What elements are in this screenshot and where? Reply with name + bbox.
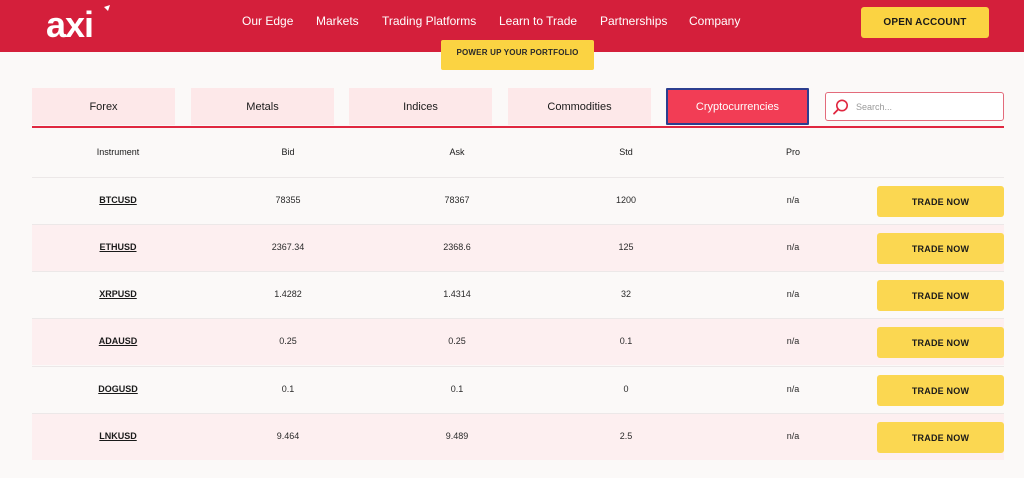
std-value: 0.1 bbox=[619, 336, 633, 346]
bid-value: 0.25 bbox=[279, 336, 297, 346]
table-row: BTCUSD 78355 78367 1200 n/a TRADE NOW bbox=[32, 177, 1004, 224]
header-ask: Ask bbox=[449, 147, 465, 157]
table-row: LNKUSD 9.464 9.489 2.5 n/a TRADE NOW bbox=[32, 413, 1004, 460]
std-value: 32 bbox=[620, 289, 632, 299]
bid-value: 1.4282 bbox=[274, 289, 302, 299]
nav-company[interactable]: Company bbox=[689, 14, 740, 28]
ask-value: 1.4314 bbox=[443, 289, 471, 299]
ask-value: 2368.6 bbox=[443, 242, 471, 252]
table-row: DOGUSD 0.1 0.1 0 n/a TRADE NOW bbox=[32, 366, 1004, 413]
ask-value: 0.25 bbox=[448, 336, 466, 346]
trade-now-button[interactable]: TRADE NOW bbox=[877, 422, 1004, 453]
std-value: 2.5 bbox=[619, 431, 633, 441]
tab-forex[interactable]: Forex bbox=[32, 88, 175, 125]
pro-value: n/a bbox=[786, 195, 800, 205]
axi-logo[interactable]: axi bbox=[46, 5, 112, 41]
instrument-link[interactable]: ADAUSD bbox=[99, 336, 138, 346]
nav-markets[interactable]: Markets bbox=[316, 14, 359, 28]
instrument-link[interactable]: DOGUSD bbox=[98, 384, 138, 394]
trade-now-button[interactable]: TRADE NOW bbox=[877, 327, 1004, 358]
table-row: ETHUSD 2367.34 2368.6 125 n/a TRADE NOW bbox=[32, 224, 1004, 271]
std-value: 125 bbox=[618, 242, 634, 252]
bid-value: 9.464 bbox=[276, 431, 300, 441]
instrument-link[interactable]: XRPUSD bbox=[99, 289, 137, 299]
std-value: 1200 bbox=[615, 195, 637, 205]
trade-now-button[interactable]: TRADE NOW bbox=[877, 375, 1004, 406]
table-row: ADAUSD 0.25 0.25 0.1 n/a TRADE NOW bbox=[32, 318, 1004, 365]
trade-now-button[interactable]: TRADE NOW bbox=[877, 233, 1004, 264]
instrument-link[interactable]: ETHUSD bbox=[99, 242, 136, 252]
search-icon bbox=[832, 98, 850, 116]
pro-value: n/a bbox=[786, 336, 800, 346]
nav-partnerships[interactable]: Partnerships bbox=[600, 14, 667, 28]
tab-commodities[interactable]: Commodities bbox=[508, 88, 651, 125]
trade-now-button[interactable]: TRADE NOW bbox=[877, 280, 1004, 311]
header-instrument: Instrument bbox=[96, 147, 140, 157]
bid-value: 2367.34 bbox=[271, 242, 305, 252]
pro-value: n/a bbox=[786, 384, 800, 394]
search-box[interactable] bbox=[825, 92, 1004, 121]
header-std: Std bbox=[619, 147, 633, 157]
tab-underline bbox=[32, 126, 1004, 128]
nav-learn-to-trade[interactable]: Learn to Trade bbox=[499, 14, 577, 28]
instrument-link[interactable]: LNKUSD bbox=[99, 431, 137, 441]
bid-value: 0.1 bbox=[281, 384, 295, 394]
search-input[interactable] bbox=[856, 97, 996, 117]
bid-value: 78355 bbox=[275, 195, 301, 205]
table-row: XRPUSD 1.4282 1.4314 32 n/a TRADE NOW bbox=[32, 271, 1004, 318]
pro-value: n/a bbox=[786, 431, 800, 441]
nav-our-edge[interactable]: Our Edge bbox=[242, 14, 293, 28]
std-value: 0 bbox=[623, 384, 629, 394]
tab-metals[interactable]: Metals bbox=[191, 88, 334, 125]
ask-value: 0.1 bbox=[450, 384, 464, 394]
ask-value: 9.489 bbox=[445, 431, 469, 441]
open-account-button[interactable]: OPEN ACCOUNT bbox=[861, 7, 989, 38]
instrument-link[interactable]: BTCUSD bbox=[99, 195, 137, 205]
nav-trading-platforms[interactable]: Trading Platforms bbox=[382, 14, 476, 28]
tab-indices[interactable]: Indices bbox=[349, 88, 492, 125]
header-pro: Pro bbox=[785, 147, 801, 157]
svg-text:axi: axi bbox=[46, 5, 93, 41]
pro-value: n/a bbox=[786, 242, 800, 252]
ask-value: 78367 bbox=[444, 195, 470, 205]
pro-value: n/a bbox=[786, 289, 800, 299]
tab-cryptocurrencies[interactable]: Cryptocurrencies bbox=[666, 88, 809, 125]
promo-button[interactable]: POWER UP YOUR PORTFOLIO bbox=[441, 40, 594, 70]
trade-now-button[interactable]: TRADE NOW bbox=[877, 186, 1004, 217]
header-bid: Bid bbox=[281, 147, 295, 157]
